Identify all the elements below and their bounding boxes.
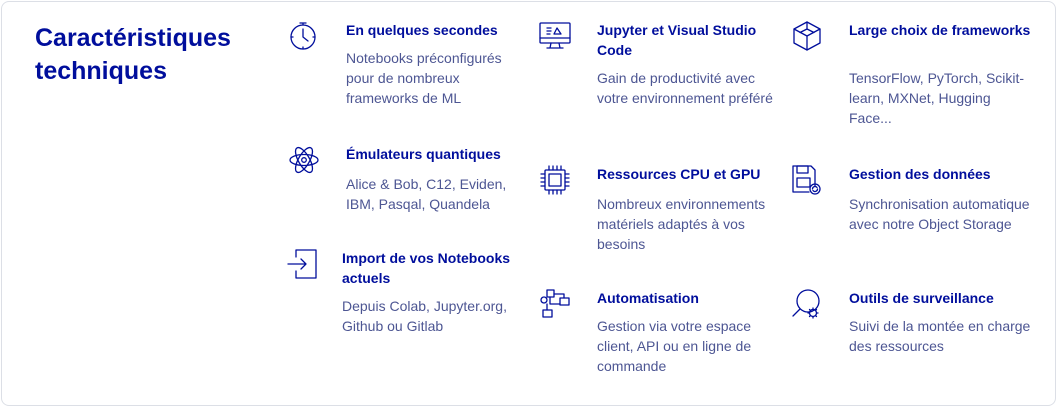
feature-description: Depuis Colab, Jupyter.org, Github ou Git…: [342, 298, 507, 334]
data-sync-icon: [791, 164, 823, 196]
feature-title: Import de vos Notebooks actuels: [342, 250, 511, 286]
feature-description: Notebooks préconfigurés pour de nombreux…: [346, 50, 502, 106]
feature-title: Automatisation: [597, 290, 699, 306]
feature-description: Synchronisation automatique avec notre O…: [849, 196, 1030, 232]
import-icon: [286, 248, 318, 280]
feature-description: Nombreux environnements matériels adapté…: [597, 196, 766, 252]
feature-title: Émulateurs quantiques: [346, 146, 501, 162]
automation-icon: [539, 288, 571, 320]
code-monitor-icon: [539, 20, 571, 52]
feature-description: Gestion via votre espace client, API ou …: [597, 318, 752, 374]
cube-icon: [791, 20, 823, 52]
section-title: Caractéristiques techniques: [35, 24, 231, 85]
stopwatch-icon: [288, 20, 320, 52]
cpu-chip-icon: [539, 164, 571, 196]
feature-description: Gain de productivité avec votre environn…: [597, 70, 773, 106]
monitoring-icon: [791, 288, 823, 320]
features-card: Caractéristiques techniques En quelques …: [1, 1, 1056, 406]
feature-title: Jupyter et Visual Studio Code: [597, 22, 757, 58]
feature-description: Alice & Bob, C12, Eviden, IBM, Pasqal, Q…: [346, 176, 507, 212]
feature-description: TensorFlow, PyTorch, Scikit-learn, MXNet…: [849, 70, 1025, 126]
feature-description: Suivi de la montée en charge des ressour…: [849, 318, 1031, 354]
atom-icon: [288, 144, 320, 176]
feature-title: En quelques secondes: [346, 22, 498, 38]
feature-title: Large choix de frameworks: [849, 22, 1031, 38]
feature-title: Outils de surveillance: [849, 290, 994, 306]
feature-title: Ressources CPU et GPU: [597, 166, 761, 182]
feature-title: Gestion des données: [849, 166, 991, 182]
